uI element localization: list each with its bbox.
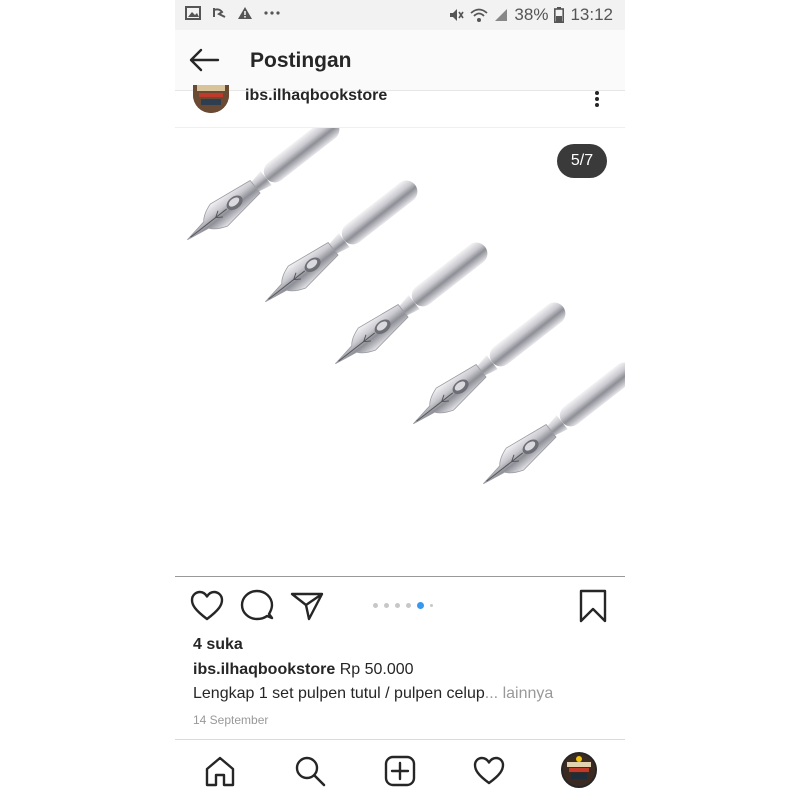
gallery-icon <box>185 6 201 20</box>
caption-price: Rp 50.000 <box>335 661 414 678</box>
page-title: Postingan <box>250 49 352 72</box>
pen-nibs-image <box>178 128 625 496</box>
top-bar: Postingan <box>175 30 625 91</box>
caption: ibs.ilhaqbookstore Rp 50.000 <box>193 661 414 679</box>
image-counter-badge: 5/7 <box>557 144 607 178</box>
status-time: 13:12 <box>570 5 613 24</box>
bottom-nav <box>175 739 625 800</box>
carousel-dot <box>406 603 411 608</box>
caption-username[interactable]: ibs.ilhaqbookstore <box>193 661 335 678</box>
comment-icon[interactable] <box>239 588 275 624</box>
carousel-indicator <box>373 602 433 609</box>
bookmark-icon[interactable] <box>575 588 611 624</box>
post-header: ibs.ilhaqbookstore <box>175 85 625 128</box>
carousel-dot <box>384 603 389 608</box>
signal-icon <box>495 9 508 21</box>
mute-icon <box>450 9 465 21</box>
profile-avatar[interactable] <box>561 752 597 788</box>
carousel-dot <box>395 603 400 608</box>
battery-icon <box>554 7 565 23</box>
home-icon[interactable] <box>203 754 237 788</box>
likes-count[interactable]: 4 suka <box>193 636 243 654</box>
post-username[interactable]: ibs.ilhaqbookstore <box>245 87 387 105</box>
share-icon[interactable] <box>289 588 325 624</box>
post-actions <box>175 588 625 624</box>
image-divider <box>175 576 625 577</box>
activity-heart-icon[interactable] <box>472 754 506 788</box>
caption-line: Lengkap 1 set pulpen tutul / pulpen celu… <box>193 685 553 703</box>
refresh-icon <box>213 8 226 18</box>
more-options-icon[interactable] <box>591 91 603 107</box>
post-image[interactable]: 5/7 <box>175 128 625 576</box>
search-icon[interactable] <box>293 754 327 788</box>
phone-screen: 38% 13:12 Postingan ibs.ilhaqbookstore 5… <box>175 0 625 800</box>
more-dots-icon <box>264 11 280 15</box>
carousel-dot-active <box>417 602 424 609</box>
status-right-icons: 38% 13:12 <box>448 5 613 25</box>
carousel-dot <box>430 604 433 607</box>
heart-icon[interactable] <box>189 588 225 624</box>
back-arrow-icon[interactable] <box>187 44 221 76</box>
status-left-icons <box>185 5 281 21</box>
warning-icon <box>238 7 252 19</box>
caption-text: Lengkap 1 set pulpen tutul / pulpen celu… <box>193 685 485 702</box>
more-link[interactable]: ... lainnya <box>485 685 553 702</box>
add-post-icon[interactable] <box>383 754 417 788</box>
status-bar: 38% 13:12 <box>175 0 625 30</box>
carousel-dot <box>373 603 378 608</box>
post-date: 14 September <box>193 713 269 727</box>
user-avatar[interactable] <box>193 85 229 113</box>
wifi-icon <box>470 8 489 22</box>
battery-percent: 38% <box>514 5 549 24</box>
